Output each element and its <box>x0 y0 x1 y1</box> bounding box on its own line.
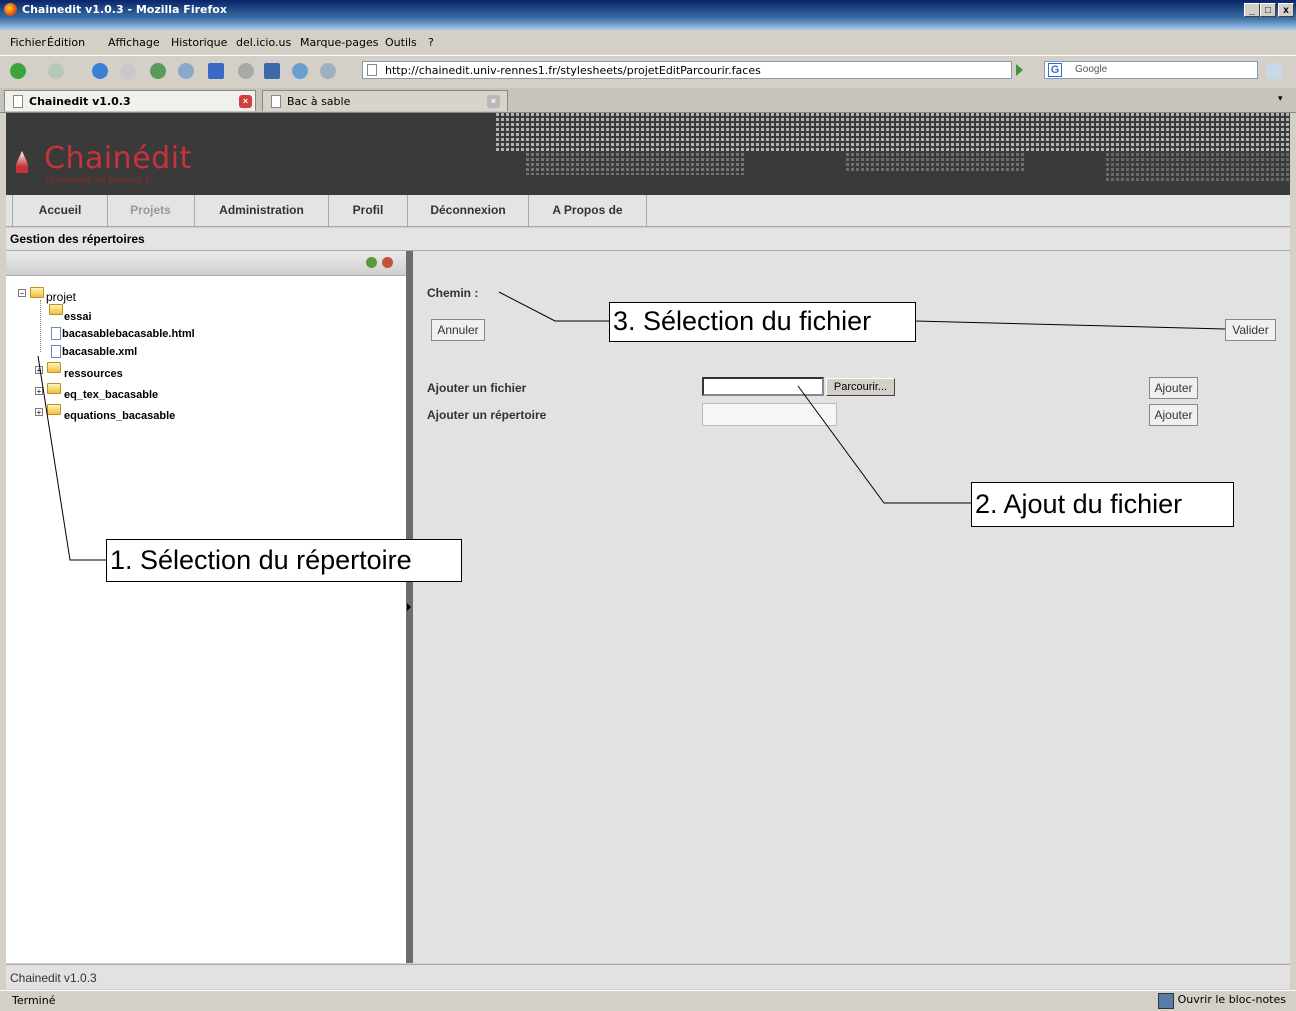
open-notepad-button[interactable]: Ouvrir le bloc-notes <box>1178 993 1286 1006</box>
callout-ajout-fichier: 2. Ajout du fichier <box>971 482 1234 527</box>
status-text: Terminé <box>12 994 56 1007</box>
footer-version: Chainedit v1.0.3 <box>10 971 97 985</box>
callout-selection-repertoire: 1. Sélection du répertoire <box>106 539 462 582</box>
page-footer: Chainedit v1.0.3 <box>6 964 1290 989</box>
callout-selection-fichier: 3. Sélection du fichier <box>609 302 916 342</box>
notepad-icon[interactable] <box>1158 993 1174 1009</box>
status-bar: Terminé Ouvrir le bloc-notes <box>0 990 1296 1011</box>
